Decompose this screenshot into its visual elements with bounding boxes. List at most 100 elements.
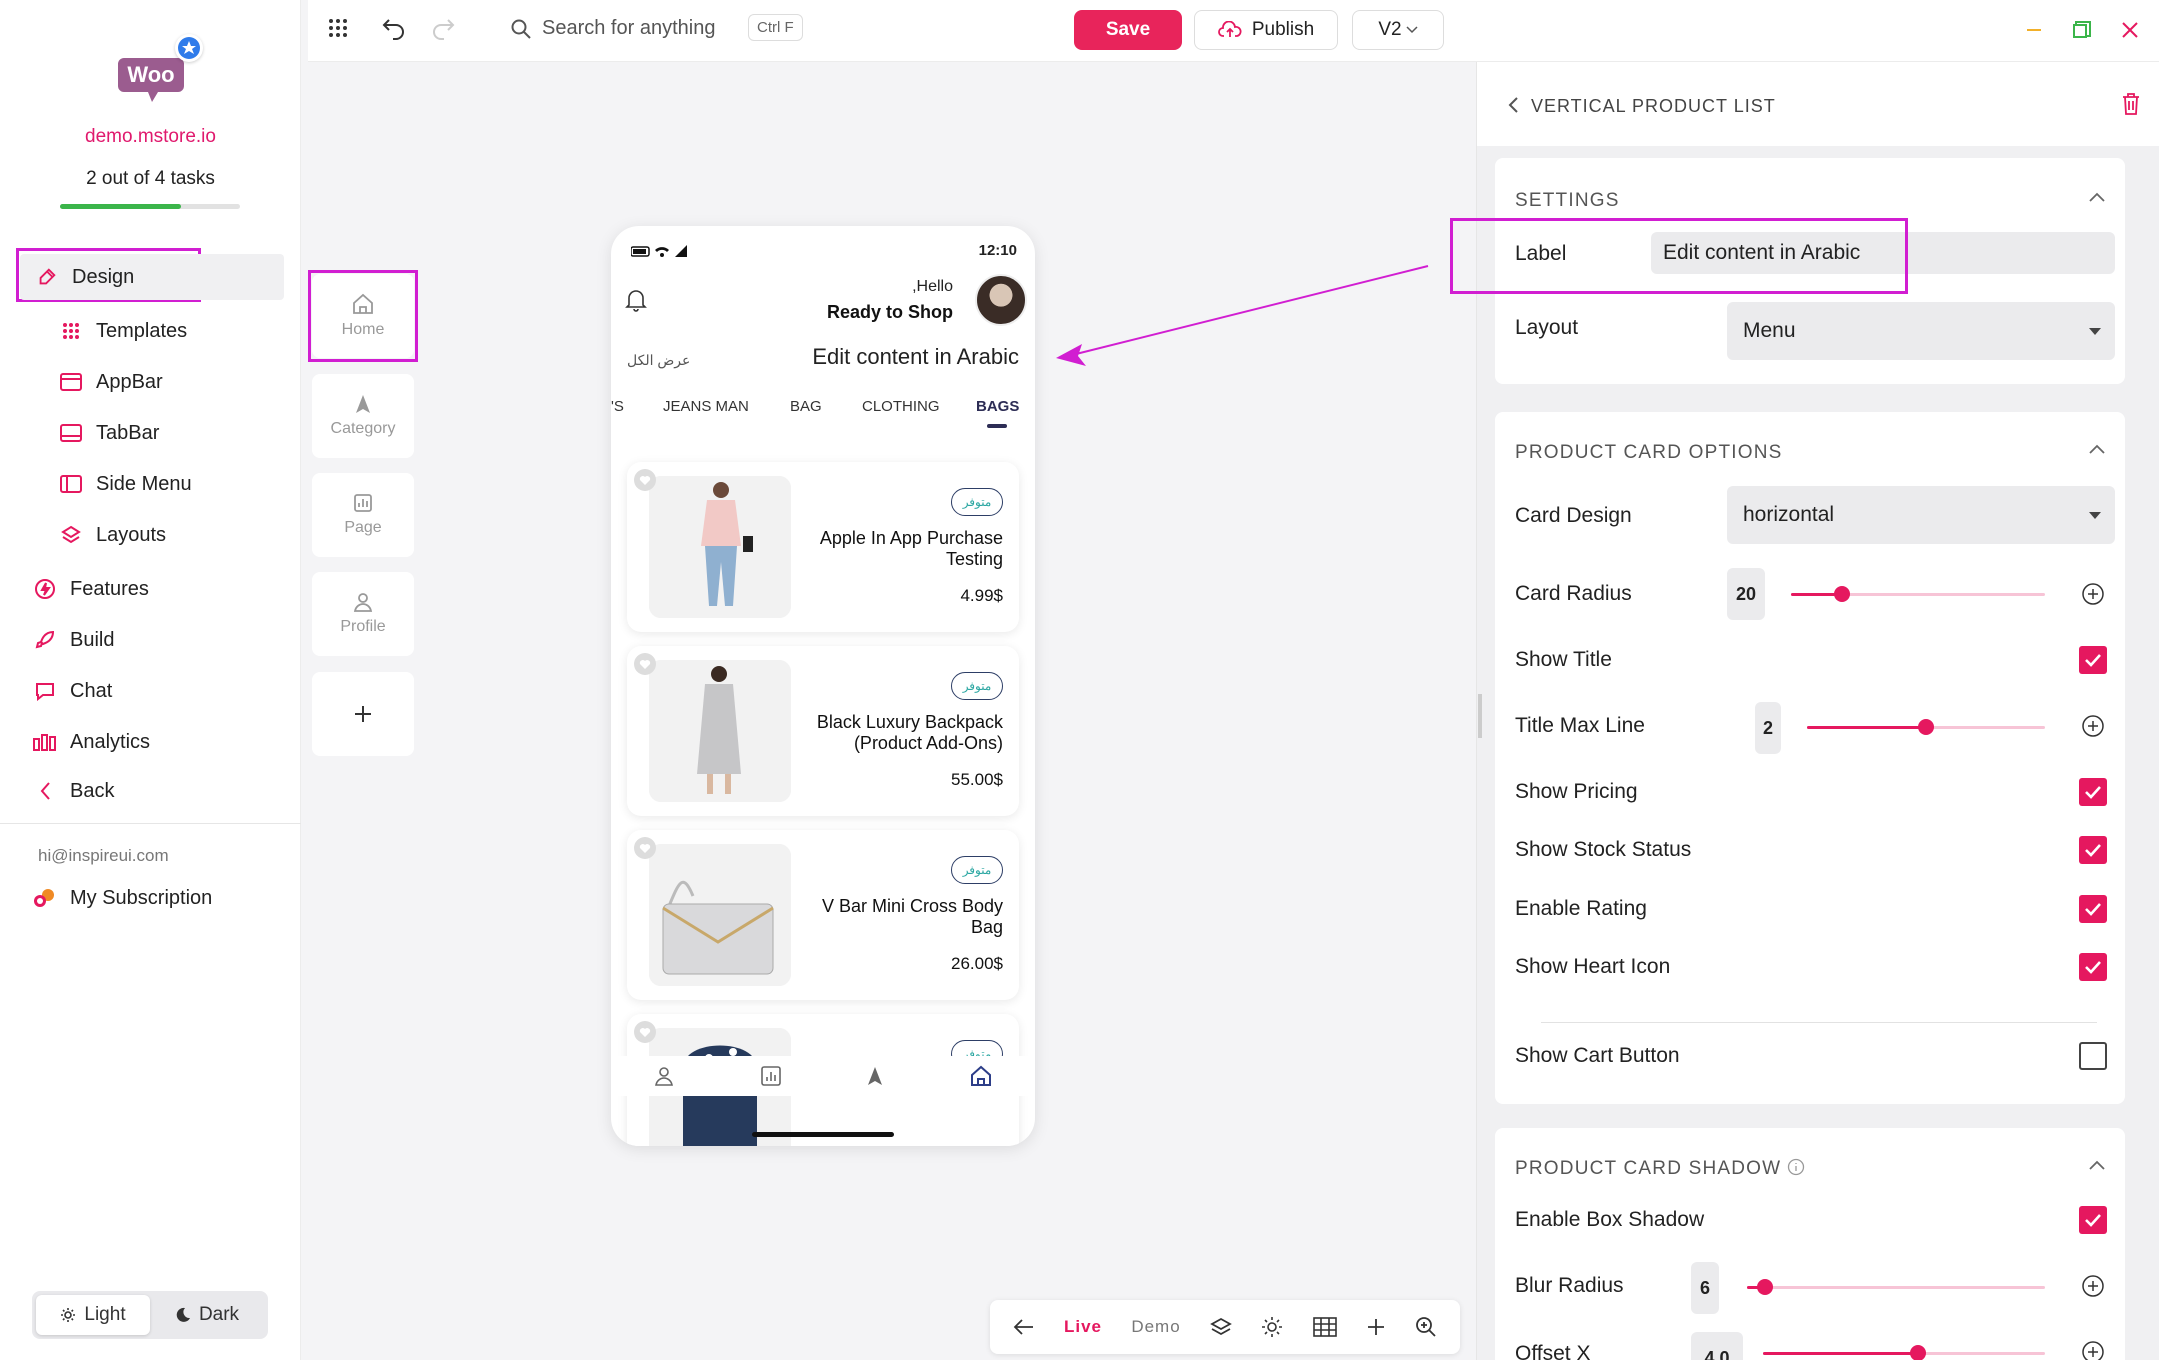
heart-icon[interactable] [633,652,657,676]
offset-x-input[interactable]: 4.0 [1691,1332,1743,1360]
maximize-icon[interactable] [2072,20,2092,40]
avatar[interactable] [975,274,1027,326]
layout-select[interactable]: Menu [1727,302,2115,360]
add-circle-icon[interactable] [2081,1340,2105,1360]
card-radius-slider[interactable] [1791,586,2045,602]
search-input[interactable]: Search for anything [542,17,715,40]
title-max-line-input[interactable]: 2 [1755,702,1781,754]
version-select[interactable]: V2 [1352,10,1444,50]
slider-knob[interactable] [1833,586,1850,602]
phone-preview: 12:10 ,Hello Ready to Shop Edit content … [611,226,1035,1146]
product-title: Black Luxury Backpack (Product Add-Ons) [816,712,1003,753]
title-max-line-slider[interactable] [1807,719,2045,735]
bar-chart-icon [32,729,58,755]
trash-icon[interactable] [2121,92,2141,116]
show-heart-icon-checkbox[interactable] [2079,953,2107,981]
my-subscription-link[interactable]: My Subscription [32,875,300,921]
home-tab-icon[interactable] [969,1065,993,1087]
rail-item-home[interactable]: Home [312,274,414,358]
rail-item-page[interactable]: Page [312,473,414,557]
slider-fill [1807,726,1926,729]
dark-theme-button[interactable]: Dark [150,1295,264,1335]
product-title: V Bar Mini Cross Body Bag [821,896,1003,937]
sidebar-item-templates[interactable]: Templates [58,308,326,354]
sidebar-item-side-menu[interactable]: Side Menu [58,461,326,507]
add-circle-icon[interactable] [2081,1274,2105,1298]
apps-grid-icon[interactable] [328,18,354,42]
plus-icon[interactable] [1366,1317,1386,1337]
heart-icon[interactable] [633,468,657,492]
sidebar-item-build[interactable]: Build [32,617,300,663]
undo-icon[interactable] [381,16,407,40]
search-icon[interactable] [510,18,532,40]
sidebar-item-design[interactable]: Design [20,254,284,300]
arrow-left-icon[interactable] [1013,1318,1035,1336]
sidebar-item-features[interactable]: Features [32,566,300,612]
sidebar-item-layouts[interactable]: Layouts [58,512,326,558]
blur-radius-slider[interactable] [1747,1279,2045,1295]
product-card[interactable]: متوفر Black Luxury Backpack (Product Add… [627,646,1019,816]
design-brush-icon [34,264,60,290]
add-circle-icon[interactable] [2081,582,2105,606]
show-pricing-checkbox[interactable] [2079,778,2107,806]
sidebar-item-tabbar[interactable]: TabBar [58,410,326,456]
card-radius-label: Card Radius [1515,582,1632,605]
tab-clothing[interactable]: CLOTHING [862,398,940,415]
chevron-left-icon[interactable] [1507,96,1519,114]
tab-partial[interactable]: 'S [611,398,624,415]
sun-icon[interactable] [1261,1316,1283,1338]
card-design-select[interactable]: horizontal [1727,486,2115,544]
sidebar-item-analytics[interactable]: Analytics [32,719,300,765]
show-cart-button-checkbox[interactable] [2079,1042,2107,1070]
chevron-up-icon[interactable] [2089,1160,2105,1170]
light-theme-button[interactable]: Light [36,1295,150,1335]
slider-knob[interactable] [1756,1279,1773,1295]
layers-icon[interactable] [1210,1317,1232,1337]
tab-bag[interactable]: BAG [790,398,822,415]
add-circle-icon[interactable] [2081,714,2105,738]
chevron-up-icon[interactable] [2089,192,2105,202]
slider-knob[interactable] [1918,719,1934,735]
sidebar-item-appbar[interactable]: AppBar [58,359,326,405]
slider-knob[interactable] [1910,1345,1927,1360]
panel-resize-handle[interactable] [1478,694,1482,738]
bell-icon[interactable] [625,288,647,312]
save-button[interactable]: Save [1074,10,1182,50]
product-card[interactable]: متوفر V Bar Mini Cross Body Bag 26.00$ [627,830,1019,1000]
dark-label: Dark [198,1304,240,1325]
heart-icon[interactable] [633,1020,657,1044]
chevron-up-icon[interactable] [2089,444,2105,454]
profile-tab-icon[interactable] [653,1065,675,1087]
live-toggle[interactable]: Live [1064,1317,1102,1337]
card-radius-input[interactable]: 20 [1727,568,1765,620]
sidebar-item-back[interactable]: Back [32,768,300,814]
sidebar-item-chat[interactable]: Chat [32,668,300,714]
category-tab-icon[interactable] [866,1066,884,1086]
zoom-in-icon[interactable] [1415,1316,1437,1338]
product-card[interactable]: متوفر Apple In App Purchase Testing 4.99… [627,462,1019,632]
offset-x-slider[interactable] [1763,1345,2045,1360]
tab-bags[interactable]: BAGS [976,398,1019,415]
heart-icon[interactable] [633,836,657,860]
tab-jeans-man[interactable]: JEANS MAN [663,398,749,415]
show-title-checkbox[interactable] [2079,646,2107,674]
info-icon[interactable] [1787,1158,1805,1176]
rail-item-profile[interactable]: Profile [312,572,414,656]
redo-icon[interactable] [430,16,456,40]
offset-x-label: Offset X [1515,1342,1591,1360]
chart-tab-icon[interactable] [760,1065,782,1087]
demo-toggle[interactable]: Demo [1131,1317,1180,1337]
show-stock-status-checkbox[interactable] [2079,836,2107,864]
category-tabs: 'S JEANS MAN BAG CLOTHING BAGS [611,398,1035,438]
rail-item-category[interactable]: Category [312,374,414,458]
view-all-link[interactable]: عرض الكل [627,352,690,369]
grid-table-icon[interactable] [1312,1317,1337,1337]
add-page-button[interactable] [312,672,414,756]
store-url[interactable]: demo.mstore.io [0,126,301,148]
minimize-icon[interactable] [2024,20,2044,40]
enable-box-shadow-checkbox[interactable] [2079,1206,2107,1234]
close-icon[interactable] [2120,20,2140,40]
publish-button[interactable]: Publish [1194,10,1338,50]
blur-radius-input[interactable]: 6 [1691,1262,1719,1314]
enable-rating-checkbox[interactable] [2079,895,2107,923]
